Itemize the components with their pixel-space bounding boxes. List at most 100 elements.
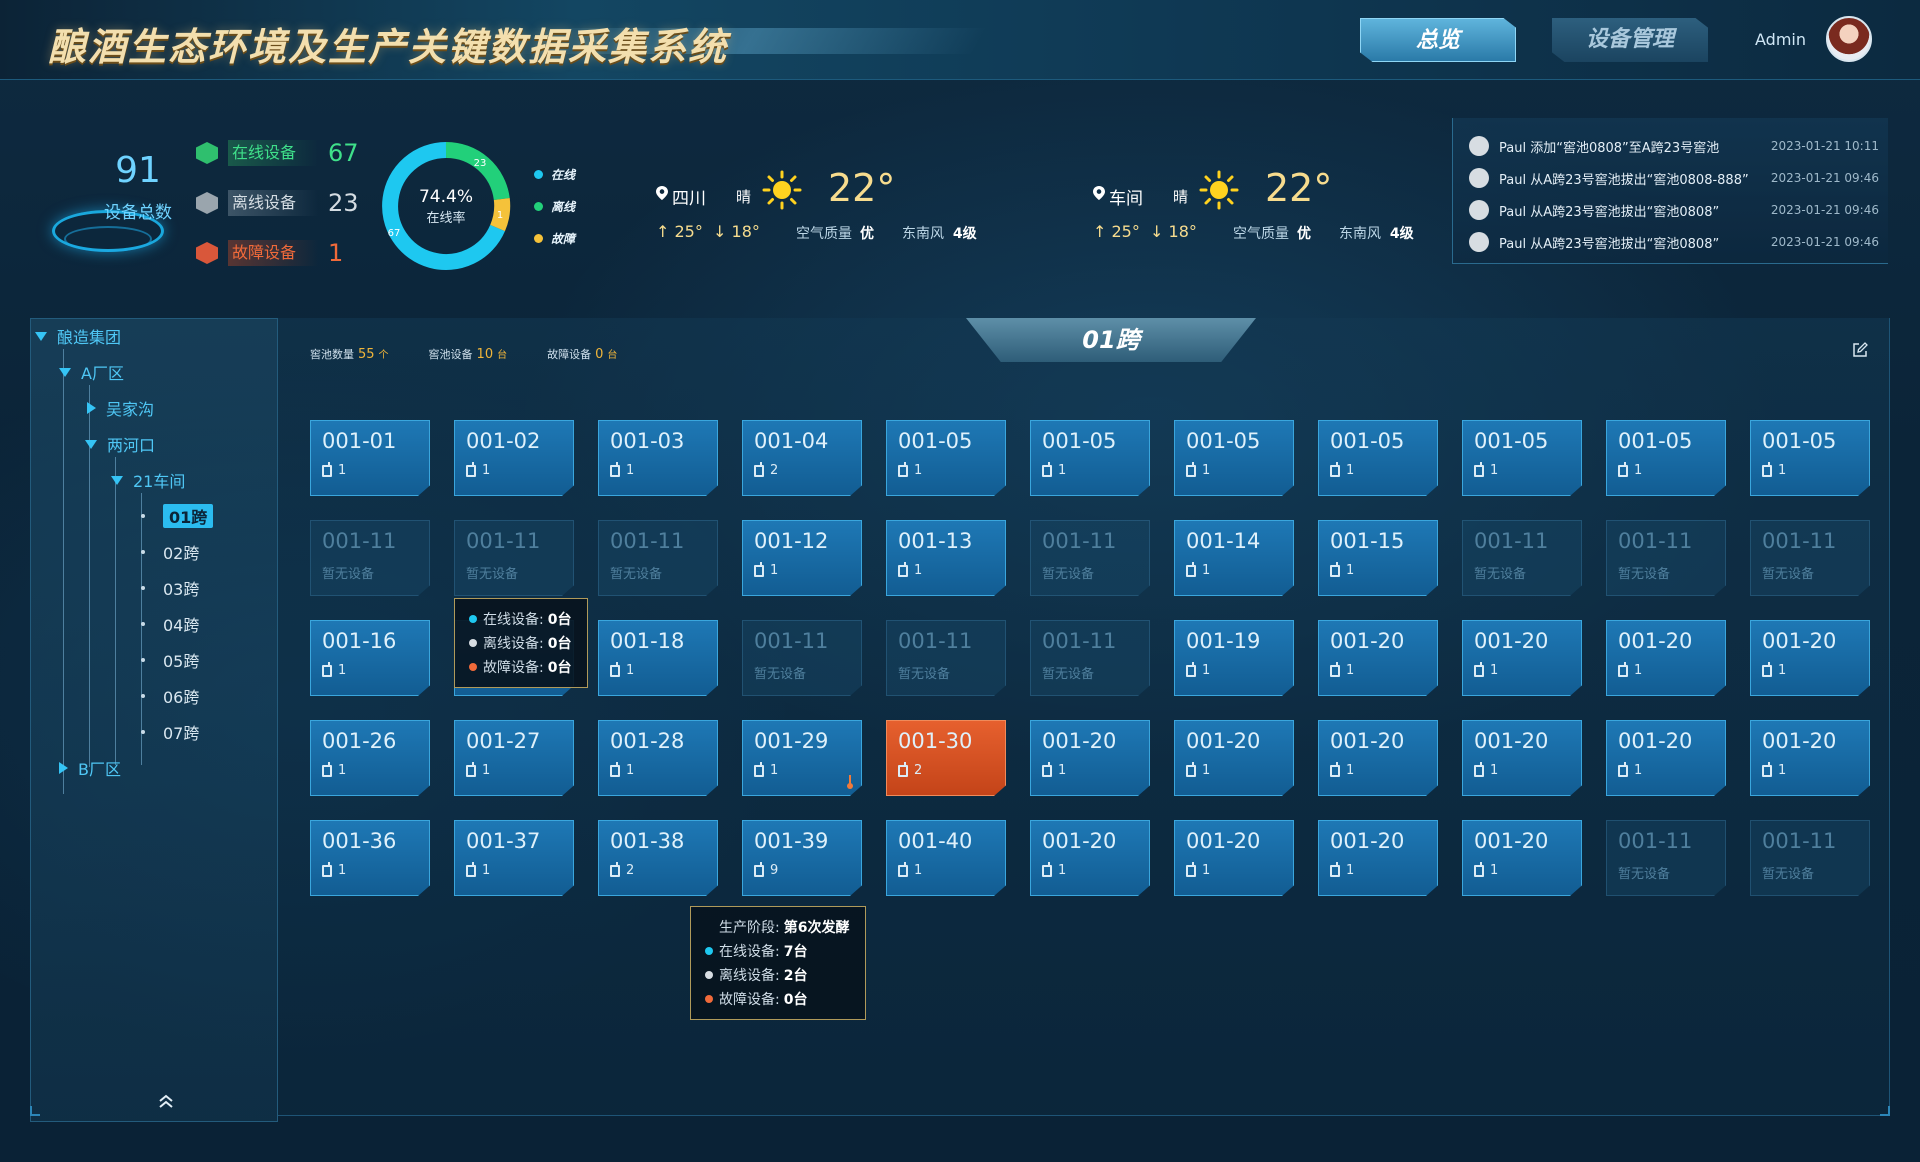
pit-cell[interactable]: 001-11 暂无设备 <box>1030 620 1150 696</box>
pit-cell[interactable]: 001-11 暂无设备 <box>1462 520 1582 596</box>
pit-cell[interactable]: 001-26 1 <box>310 720 430 796</box>
pit-cell[interactable]: 001-15 1 <box>1318 520 1438 596</box>
pit-cell[interactable]: 001-11 暂无设备 <box>1030 520 1150 596</box>
tooltip-label: 故障设备: <box>719 992 780 1008</box>
pit-cell[interactable]: 001-36 1 <box>310 820 430 896</box>
double-chevron-up-icon[interactable] <box>155 1091 177 1113</box>
caret-down-icon[interactable] <box>35 331 47 341</box>
pit-cell[interactable]: 001-37 1 <box>454 820 574 896</box>
pit-cell[interactable]: 001-11 暂无设备 <box>1750 520 1870 596</box>
pit-cell[interactable]: 001-11 暂无设备 <box>1750 820 1870 896</box>
pit-cell[interactable]: 001-20 1 <box>1750 620 1870 696</box>
pit-cell[interactable]: 001-20 1 <box>1462 820 1582 896</box>
edit-icon[interactable] <box>1852 342 1868 358</box>
nav-overview-button[interactable]: 总览 <box>1360 18 1516 62</box>
pit-cell[interactable]: 001-20 1 <box>1318 620 1438 696</box>
tree-node-lianghekou[interactable]: 两河口 <box>85 431 155 457</box>
caret-down-icon[interactable] <box>59 367 71 377</box>
log-item[interactable]: Paul 从A跨23号窖池拔出“窖池0808” 2023-01-21 09:46 <box>1469 230 1879 254</box>
pit-cell[interactable]: 001-20 1 <box>1318 720 1438 796</box>
tree-node-a-zone[interactable]: A厂区 <box>59 359 124 385</box>
caret-down-icon[interactable] <box>111 475 123 485</box>
log-item[interactable]: Paul 从A跨23号窖池拔出“窖池0808” 2023-01-21 09:46 <box>1469 198 1879 222</box>
pit-cell[interactable]: 001-11 暂无设备 <box>742 620 862 696</box>
pit-cell[interactable]: 001-05 1 <box>1318 420 1438 496</box>
tree-leaf-span-02[interactable]: 02跨 <box>141 539 199 565</box>
pit-cell[interactable]: 001-11 暂无设备 <box>310 520 430 596</box>
pit-cell[interactable]: 001-05 1 <box>1174 420 1294 496</box>
avatar[interactable] <box>1826 16 1872 62</box>
device-icon <box>1618 661 1628 677</box>
pit-cell[interactable]: 001-20 1 <box>1462 620 1582 696</box>
pit-cell[interactable]: 001-12 1 <box>742 520 862 596</box>
pit-cell[interactable]: 001-20 1 <box>1174 720 1294 796</box>
tree-leaf-span-03[interactable]: 03跨 <box>141 575 199 601</box>
pit-cell[interactable]: 001-05 1 <box>1606 420 1726 496</box>
device-icon <box>1474 461 1484 477</box>
pit-cell[interactable]: 001-05 1 <box>886 420 1006 496</box>
pit-cell[interactable]: 001-40 1 <box>886 820 1006 896</box>
pit-sub-text: 1 <box>1634 763 1643 778</box>
pit-cell[interactable]: 001-11 暂无设备 <box>1606 520 1726 596</box>
tree-node-group[interactable]: 酿造集团 <box>35 323 121 349</box>
pit-cell[interactable]: 001-20 1 <box>1462 720 1582 796</box>
pit-cell[interactable]: 001-38 2 <box>598 820 718 896</box>
tree-node-wujiagou[interactable]: 吴家沟 <box>87 395 154 421</box>
pit-cell[interactable]: 001-28 1 <box>598 720 718 796</box>
tree-leaf-span-07[interactable]: 07跨 <box>141 719 199 745</box>
log-item[interactable]: Paul 添加“窖池0808”至A跨23号窖池 2023-01-21 10:11 <box>1469 134 1879 158</box>
pit-device-count: 1 <box>1186 561 1282 578</box>
user-name[interactable]: Admin <box>1755 30 1806 49</box>
caret-right-icon[interactable] <box>87 402 96 414</box>
device-icon <box>1762 661 1772 677</box>
tree-leaf-span-01[interactable]: 01跨 <box>141 503 214 529</box>
pit-cell[interactable]: 001-29 1 <box>742 720 862 796</box>
pit-cell[interactable]: 001-30 2 <box>886 720 1006 796</box>
pit-cell[interactable]: 001-11 暂无设备 <box>598 520 718 596</box>
pit-cell[interactable]: 001-39 9 <box>742 820 862 896</box>
pit-cell[interactable]: 001-01 1 <box>310 420 430 496</box>
pit-id: 001-11 <box>754 629 829 653</box>
tree-leaf-span-04[interactable]: 04跨 <box>141 611 199 637</box>
pit-cell[interactable]: 001-20 1 <box>1030 820 1150 896</box>
wind-direction: 东南风 <box>902 226 944 242</box>
pit-cell[interactable]: 001-20 1 <box>1750 720 1870 796</box>
pit-device-count: 1 <box>466 761 562 778</box>
pit-cell[interactable]: 001-05 1 <box>1030 420 1150 496</box>
log-item[interactable]: Paul 从A跨23号窖池拔出“窖池0808-888” 2023-01-21 09… <box>1469 166 1879 190</box>
tree-node-b-zone[interactable]: B厂区 <box>59 755 121 781</box>
caret-down-icon[interactable] <box>85 439 97 449</box>
tooltip-value: 0台 <box>547 612 572 628</box>
pit-cell[interactable]: 001-18 1 <box>598 620 718 696</box>
caret-right-icon[interactable] <box>59 762 68 774</box>
pit-device-stat: 窖池设备 10 台 <box>429 346 508 362</box>
legend-fault-label: 故障 <box>551 232 576 246</box>
pit-cell[interactable]: 001-19 1 <box>1174 620 1294 696</box>
pit-cell[interactable]: 001-20 1 <box>1318 820 1438 896</box>
tree-node-workshop[interactable]: 21车间 <box>111 467 185 493</box>
pit-cell[interactable]: 001-02 1 <box>454 420 574 496</box>
pit-cell[interactable]: 001-20 1 <box>1606 620 1726 696</box>
pit-cell[interactable]: 001-05 1 <box>1750 420 1870 496</box>
pit-cell[interactable]: 001-20 1 <box>1030 720 1150 796</box>
pit-cell[interactable]: 001-13 1 <box>886 520 1006 596</box>
pit-cell[interactable]: 001-20 1 <box>1606 720 1726 796</box>
pit-cell[interactable]: 001-11 暂无设备 <box>886 620 1006 696</box>
pit-cell[interactable]: 001-04 2 <box>742 420 862 496</box>
weather-location: 车间 <box>1109 189 1143 209</box>
pit-cell[interactable]: 001-20 1 <box>1174 820 1294 896</box>
pit-device-value: 10 <box>476 347 494 362</box>
pit-cell[interactable]: 001-27 1 <box>454 720 574 796</box>
nav-device-management-button[interactable]: 设备管理 <box>1552 18 1708 62</box>
pit-cell[interactable]: 001-11 暂无设备 <box>454 520 574 596</box>
pit-device-count: 1 <box>1330 861 1426 878</box>
tree-leaf-span-06[interactable]: 06跨 <box>141 683 199 709</box>
pit-cell[interactable]: 001-11 暂无设备 <box>1606 820 1726 896</box>
pit-cell[interactable]: 001-16 1 <box>310 620 430 696</box>
tree-leaf-span-05[interactable]: 05跨 <box>141 647 199 673</box>
pit-cell[interactable]: 001-14 1 <box>1174 520 1294 596</box>
pit-cell[interactable]: 001-05 1 <box>1462 420 1582 496</box>
pit-device-count: 暂无设备 <box>1042 563 1138 582</box>
pit-cell[interactable]: 001-03 1 <box>598 420 718 496</box>
pit-device-count: 1 <box>1042 861 1138 878</box>
